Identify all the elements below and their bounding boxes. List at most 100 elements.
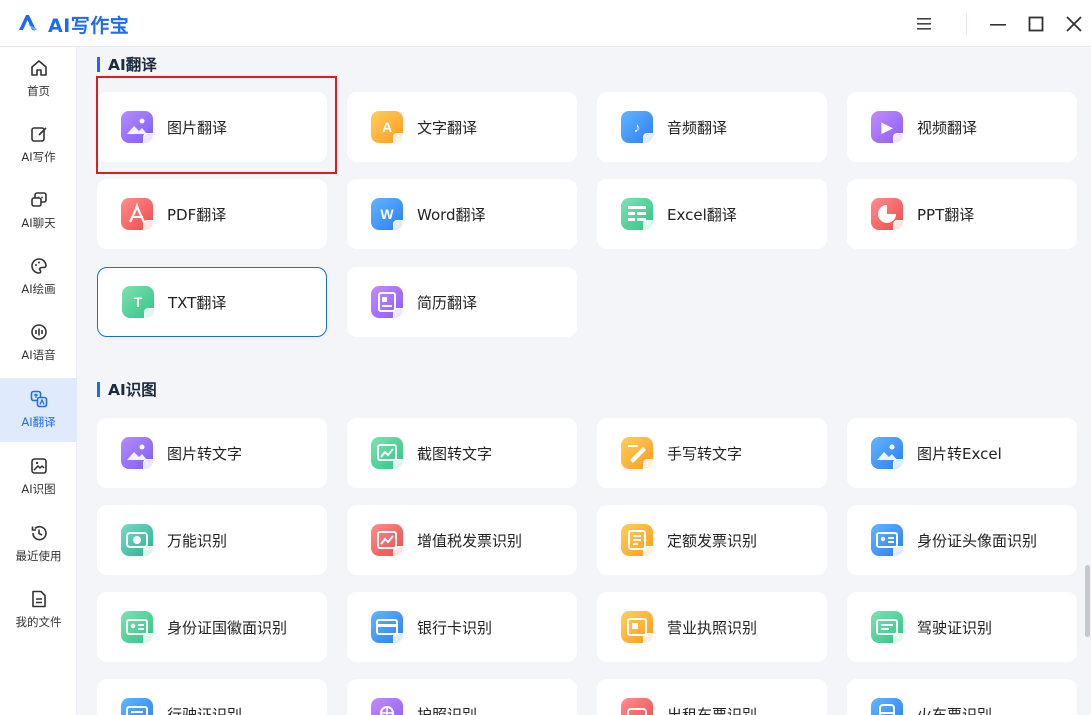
video-icon: ▶ — [871, 111, 907, 147]
image-to-excel-icon — [871, 437, 907, 473]
card-label: 定额发票识别 — [667, 531, 758, 550]
card-image-translate[interactable]: 图片翻译 — [97, 92, 327, 162]
scrollbar-thumb[interactable] — [1085, 565, 1090, 637]
card-word-translate[interactable]: W Word翻译 — [347, 179, 577, 249]
card-label: 出租车票识别 — [667, 705, 758, 715]
image-icon — [121, 111, 157, 147]
sidebar-item-ai-image-recognize[interactable]: AI识图 — [0, 445, 77, 509]
txt-icon: T — [122, 286, 158, 322]
sidebar-item-home[interactable]: 首页 — [0, 47, 77, 111]
sidebar-item-label: AI聊天 — [21, 216, 56, 230]
card-driver-license[interactable]: 驾驶证识别 — [847, 592, 1077, 662]
card-label: 银行卡识别 — [417, 618, 493, 637]
sidebar-item-label: AI识图 — [21, 482, 56, 496]
pdf-icon — [121, 198, 157, 234]
id-card-front-icon — [871, 524, 907, 560]
card-train-ticket[interactable]: 火车票识别 — [847, 679, 1077, 715]
card-label: 图片转文字 — [167, 444, 243, 463]
card-label: TXT翻译 — [168, 293, 227, 312]
driver-license-icon — [871, 611, 907, 647]
sidebar-item-label: AI绘画 — [21, 282, 56, 296]
app-title: AI写作宝 — [48, 15, 130, 37]
card-image-to-text[interactable]: 图片转文字 — [97, 418, 327, 488]
section-title-text: AI识图 — [108, 381, 157, 399]
card-passport[interactable]: 护照识别 — [347, 679, 577, 715]
sidebar-item-label: 我的文件 — [15, 615, 62, 629]
card-label: 万能识别 — [167, 531, 228, 550]
card-resume-translate[interactable]: 简历翻译 — [347, 267, 577, 337]
sidebar-item-label: AI写作 — [21, 150, 56, 164]
card-bank-card[interactable]: 银行卡识别 — [347, 592, 577, 662]
sidebar-item-ai-chat[interactable]: AI聊天 — [0, 179, 77, 243]
sidebar-item-ai-translate[interactable]: AI翻译 — [0, 378, 77, 442]
sidebar-item-label: AI翻译 — [21, 415, 56, 429]
train-ticket-icon — [871, 698, 903, 715]
card-universal-recognize[interactable]: 万能识别 — [97, 505, 327, 575]
card-ppt-translate[interactable]: PPT翻译 — [847, 179, 1077, 249]
universal-recognize-icon — [121, 524, 157, 560]
sidebar-item-label: 最近使用 — [15, 549, 62, 563]
close-icon[interactable] — [1060, 10, 1088, 38]
sidebar-item-ai-voice[interactable]: AI语音 — [0, 311, 77, 375]
handwriting-icon — [621, 437, 657, 473]
card-label: 文字翻译 — [417, 118, 478, 137]
section-title-recognize: AI识图 — [97, 378, 157, 400]
home-icon — [28, 57, 50, 79]
card-label: 身份证国徽面识别 — [167, 618, 288, 637]
sidebar-item-ai-painting[interactable]: AI绘画 — [0, 245, 77, 309]
business-license-icon — [621, 611, 657, 647]
sidebar: 首页 AI写作 AI聊天 AI绘画 AI语音 AI翻译 AI识图 最近使用 我的… — [0, 47, 77, 715]
text-icon: A — [371, 111, 407, 147]
palette-icon — [28, 255, 50, 277]
card-vat-invoice[interactable]: 增值税发票识别 — [347, 505, 577, 575]
menu-icon[interactable] — [910, 10, 938, 38]
card-label: 火车票识别 — [917, 705, 993, 715]
sidebar-item-recent[interactable]: 最近使用 — [0, 512, 77, 576]
sidebar-item-ai-writing[interactable]: AI写作 — [0, 113, 77, 177]
card-label: Excel翻译 — [667, 205, 737, 224]
image-to-text-icon — [121, 437, 157, 473]
card-handwriting-to-text[interactable]: 手写转文字 — [597, 418, 827, 488]
card-label: 截图转文字 — [417, 444, 493, 463]
card-pdf-translate[interactable]: PDF翻译 — [97, 179, 327, 249]
file-icon — [28, 588, 50, 610]
card-quota-invoice[interactable]: 定额发票识别 — [597, 505, 827, 575]
passport-icon — [371, 698, 403, 715]
card-label: 视频翻译 — [917, 118, 978, 137]
card-id-card-back[interactable]: 身份证国徽面识别 — [97, 592, 327, 662]
card-screenshot-to-text[interactable]: 截图转文字 — [347, 418, 577, 488]
card-label: PDF翻译 — [167, 205, 227, 224]
audio-icon: ♪ — [621, 111, 657, 147]
voice-icon — [28, 321, 50, 343]
id-card-back-icon — [121, 611, 157, 647]
card-audio-translate[interactable]: ♪ 音频翻译 — [597, 92, 827, 162]
sidebar-item-my-files[interactable]: 我的文件 — [0, 578, 77, 642]
card-image-to-excel[interactable]: 图片转Excel — [847, 418, 1077, 488]
card-excel-translate[interactable]: Excel翻译 — [597, 179, 827, 249]
sidebar-item-label: 首页 — [27, 84, 50, 98]
word-icon: W — [371, 198, 407, 234]
chat-icon — [28, 189, 50, 211]
card-label: 图片翻译 — [167, 118, 228, 137]
minimize-icon[interactable] — [984, 10, 1012, 38]
card-txt-translate[interactable]: T TXT翻译 — [97, 267, 327, 337]
card-taxi-ticket[interactable]: 出租车票识别 — [597, 679, 827, 715]
card-id-card-front[interactable]: 身份证头像面识别 — [847, 505, 1077, 575]
section-marker — [97, 381, 100, 397]
section-title-text: AI翻译 — [108, 56, 157, 74]
card-business-license[interactable]: 营业执照识别 — [597, 592, 827, 662]
card-vehicle-license[interactable]: 行驶证识别 — [97, 679, 327, 715]
card-label: 身份证头像面识别 — [917, 531, 1038, 550]
card-video-translate[interactable]: ▶ 视频翻译 — [847, 92, 1077, 162]
card-text-translate[interactable]: A 文字翻译 — [347, 92, 577, 162]
history-icon — [28, 522, 50, 544]
card-label: 手写转文字 — [667, 444, 743, 463]
quota-invoice-icon — [621, 524, 657, 560]
card-label: 营业执照识别 — [667, 618, 758, 637]
main-content: AI翻译 图片翻译 A 文字翻译 ♪ 音频翻译 ▶ 视频翻译 PDF翻译 W W… — [77, 47, 1091, 715]
card-label: 护照识别 — [417, 705, 478, 715]
bank-card-icon — [371, 611, 407, 647]
card-label: 图片转Excel — [917, 444, 1002, 463]
vat-invoice-icon — [371, 524, 407, 560]
maximize-icon[interactable] — [1022, 10, 1050, 38]
